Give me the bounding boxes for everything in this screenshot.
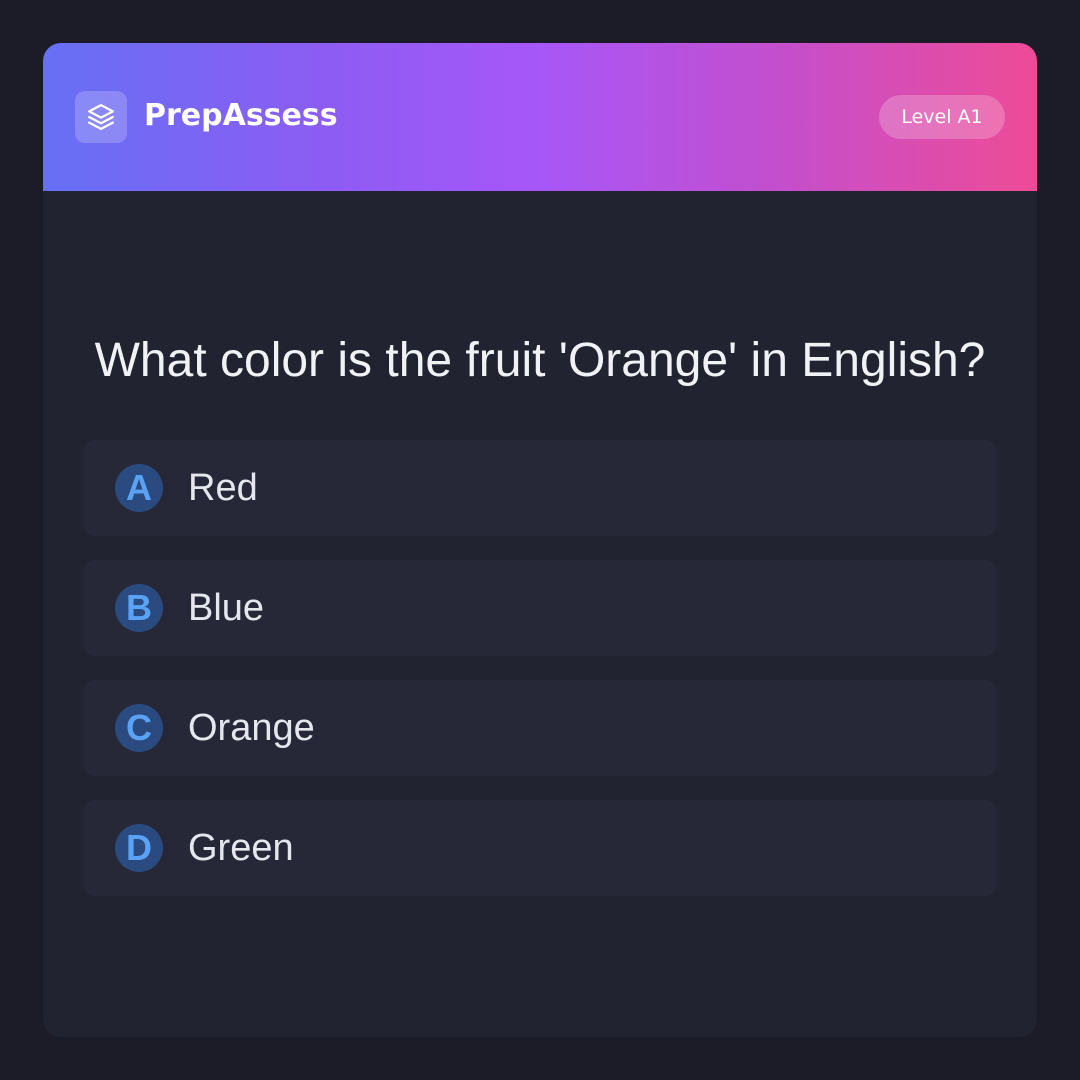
option-letter-badge: A — [115, 464, 163, 512]
header-banner: PrepAssess Level A1 — [43, 43, 1037, 191]
option-label: Orange — [188, 707, 315, 749]
option-d[interactable]: D Green — [83, 800, 997, 896]
option-a[interactable]: A Red — [83, 440, 997, 536]
option-c[interactable]: C Orange — [83, 680, 997, 776]
quiz-card: PrepAssess Level A1 What color is the fr… — [43, 43, 1037, 1037]
option-label: Blue — [188, 587, 265, 629]
level-badge: Level A1 — [879, 95, 1005, 139]
option-letter-badge: D — [115, 824, 163, 872]
option-b[interactable]: B Blue — [83, 560, 997, 656]
option-letter-badge: C — [115, 704, 163, 752]
question-text: What color is the fruit 'Orange' in Engl… — [94, 334, 986, 387]
brand-name: PrepAssess — [144, 98, 338, 133]
layers-icon — [88, 104, 114, 130]
option-label: Green — [188, 827, 294, 869]
logo — [75, 91, 127, 143]
option-label: Red — [188, 467, 258, 509]
option-letter-badge: B — [115, 584, 163, 632]
